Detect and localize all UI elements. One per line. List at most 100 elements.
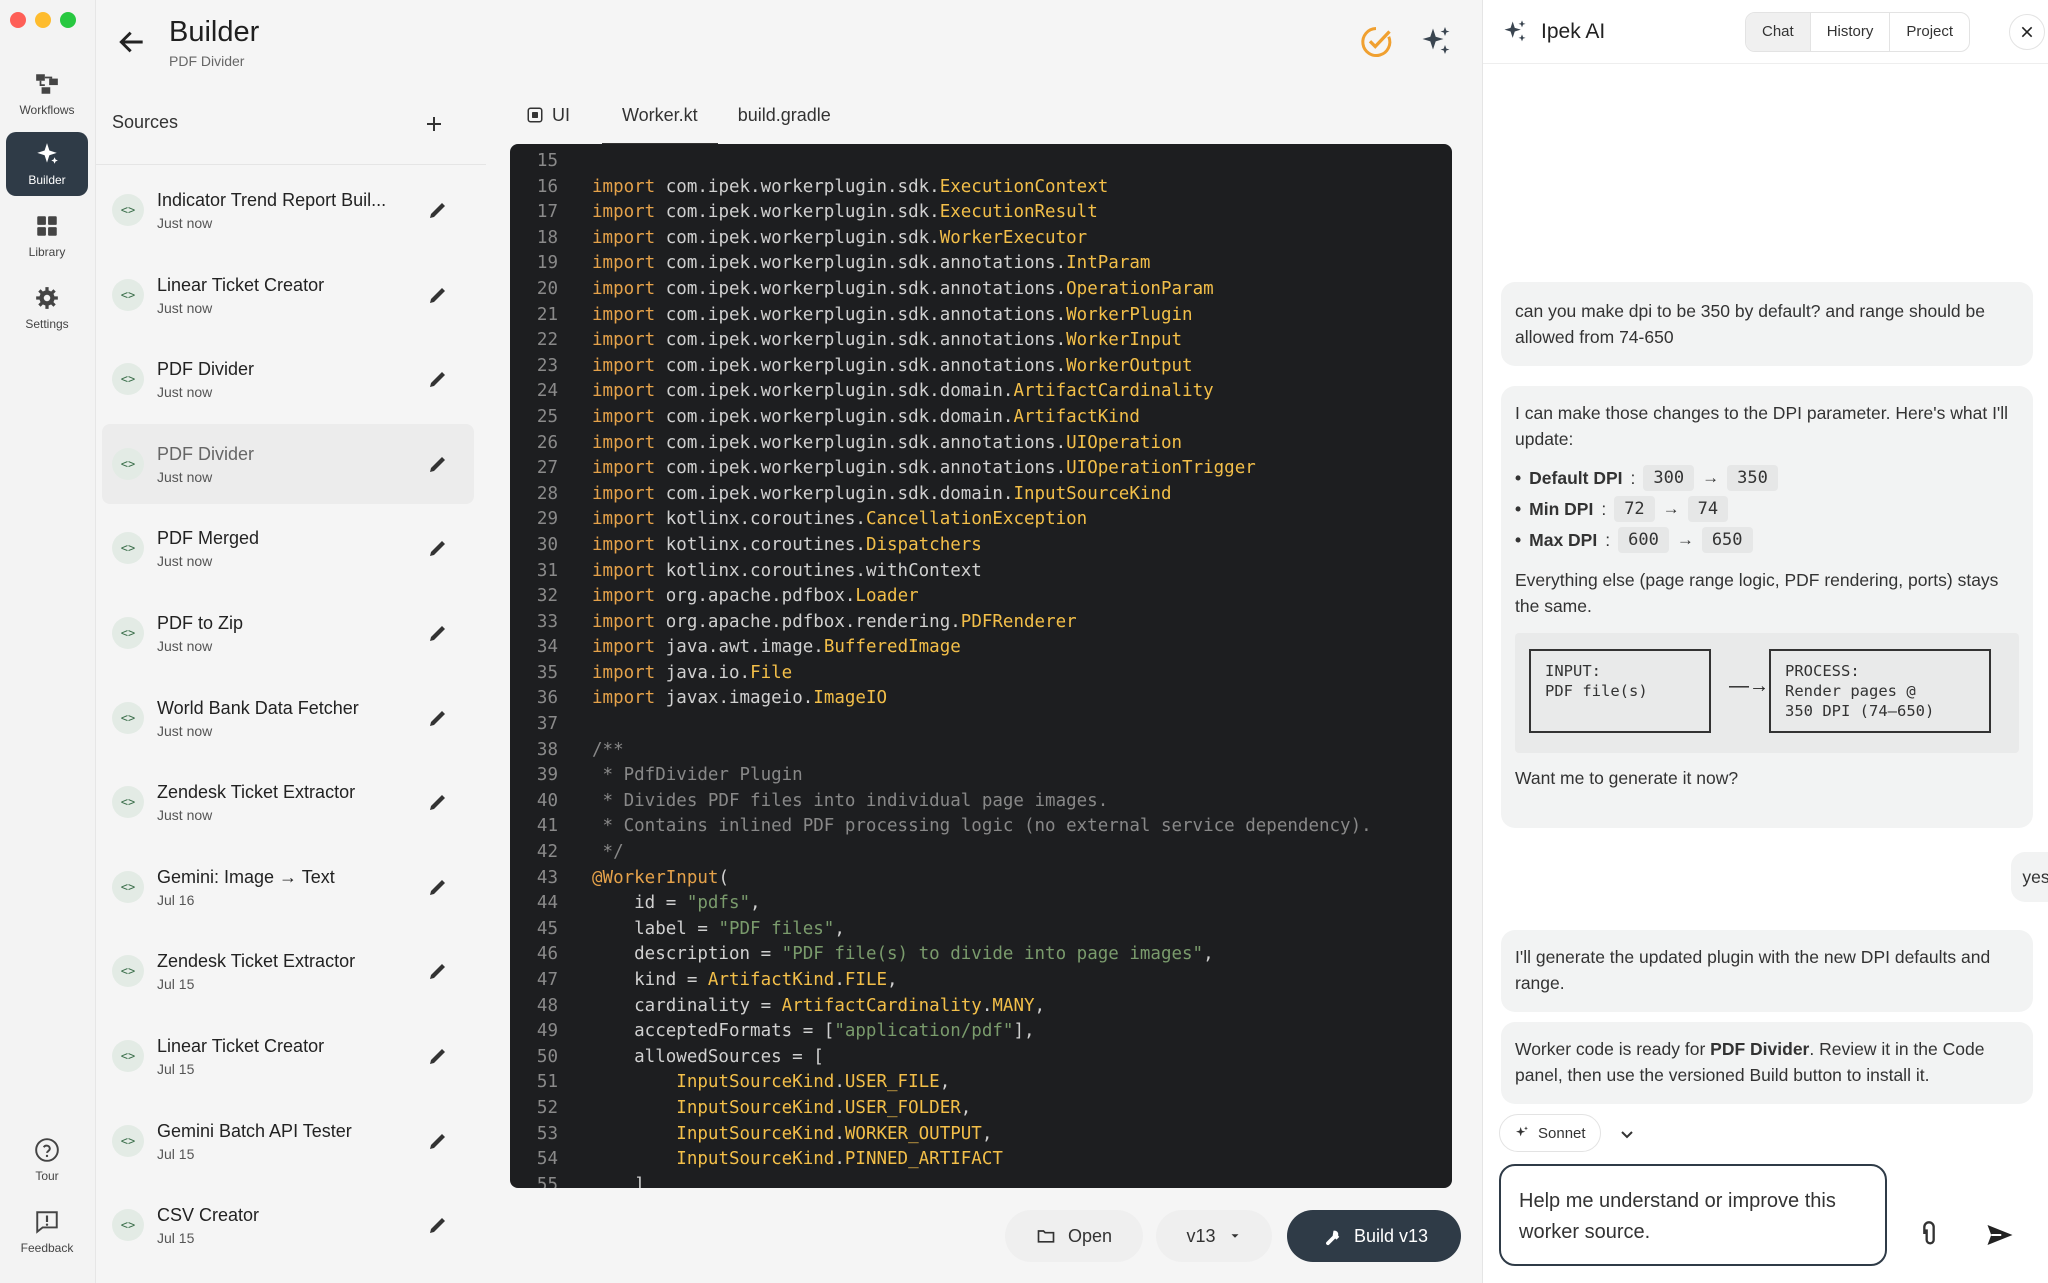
tab-build-gradle[interactable]: build.gradle bbox=[718, 100, 851, 146]
code-token: com.ipek.workerplugin.sdk.domain. bbox=[665, 406, 1014, 427]
source-list-item[interactable]: <> PDF to Zip Just now bbox=[102, 593, 474, 673]
code-text: InputSourceKind.WORKER_OUTPUT, bbox=[558, 1122, 992, 1148]
rail-item-tour[interactable]: Tour bbox=[6, 1128, 88, 1192]
build-label: Build v13 bbox=[1353, 1225, 1429, 1246]
source-list-item[interactable]: <> Gemini: Image → Text Jul 16 bbox=[102, 847, 474, 927]
source-list-item[interactable]: <> Linear Ticket Creator Jul 15 bbox=[102, 1016, 474, 1096]
code-editor[interactable]: 15 16 import com.ipek.workerplugin.sdk.Exe… bbox=[510, 144, 1452, 1188]
code-line: 30 import kotlinx.coroutines.Dispatchers bbox=[510, 533, 1452, 559]
pencil-icon[interactable] bbox=[426, 1044, 450, 1068]
code-icon: <> bbox=[112, 870, 144, 903]
code-token: ArtifactCardinality bbox=[1013, 381, 1214, 402]
pencil-icon[interactable] bbox=[426, 621, 450, 645]
code-token: import bbox=[592, 304, 656, 325]
tab-project[interactable]: Project bbox=[1890, 13, 1969, 51]
code-icon: <> bbox=[112, 363, 144, 396]
code-token: "pdfs" bbox=[686, 893, 751, 914]
code-line: 52 InputSourceKind.USER_FOLDER, bbox=[510, 1096, 1452, 1122]
source-list-item[interactable]: <> World Bank Data Fetcher Just now bbox=[102, 678, 474, 758]
code-token: USER_FOLDER bbox=[844, 1097, 961, 1118]
paperclip-icon[interactable] bbox=[1915, 1220, 1943, 1248]
code-text: import kotlinx.coroutines.Dispatchers bbox=[558, 533, 982, 559]
pencil-icon[interactable] bbox=[426, 1129, 450, 1153]
source-list-item[interactable]: <> PDF Divider Just now bbox=[102, 339, 474, 419]
code-token: kotlinx.coroutines. bbox=[665, 534, 866, 555]
pencil-icon[interactable] bbox=[426, 452, 450, 476]
chat-input[interactable]: Help me understand or improve this worke… bbox=[1499, 1164, 1887, 1266]
rail-label: Settings bbox=[25, 317, 69, 331]
tab-label: build.gradle bbox=[737, 105, 831, 125]
line-number: 31 bbox=[536, 560, 558, 581]
source-list-item[interactable]: <> CSV Creator Jul 15 bbox=[102, 1185, 474, 1265]
code-line: 28 import com.ipek.workerplugin.sdk.domai… bbox=[510, 482, 1452, 508]
minimize-window-button[interactable] bbox=[35, 12, 51, 28]
chevron-down-icon[interactable] bbox=[1615, 1122, 1639, 1146]
pencil-icon[interactable] bbox=[426, 790, 450, 814]
pencil-icon[interactable] bbox=[426, 198, 450, 222]
close-ai-panel-button[interactable] bbox=[2009, 14, 2045, 50]
sources-panel: Sources <> Indicator Trend Report Buil...… bbox=[96, 80, 486, 1283]
help-icon bbox=[35, 1138, 59, 1162]
tab-ui[interactable]: UI bbox=[506, 100, 590, 146]
source-list-item[interactable]: <> PDF Divider Just now bbox=[102, 423, 474, 504]
code-token: ] bbox=[592, 1174, 645, 1188]
code-text: import com.ipek.workerplugin.sdk.annotat… bbox=[558, 328, 1182, 354]
source-list-item[interactable]: <> Gemini Batch API Tester Jul 15 bbox=[102, 1101, 474, 1181]
source-date: Jul 16 bbox=[157, 891, 195, 908]
code-line: 34 import java.awt.image.BufferedImage bbox=[510, 635, 1452, 661]
code-text: @WorkerInput( bbox=[558, 866, 729, 892]
arrow-right-icon: → bbox=[1662, 499, 1680, 518]
source-list-item[interactable]: <> Linear Ticket Creator Just now bbox=[102, 255, 474, 335]
code-token: * Contains inlined PDF processing logic … bbox=[592, 816, 1372, 837]
open-button[interactable]: Open bbox=[1005, 1210, 1143, 1262]
code-line: 35 import java.io.File bbox=[510, 661, 1452, 687]
source-list-item[interactable]: <> PDF Merged Just now bbox=[102, 508, 474, 588]
code-line: 40 * Divides PDF files into individual p… bbox=[510, 789, 1452, 815]
rail-item-builder[interactable]: Builder bbox=[6, 132, 88, 196]
code-token: acceptedFormats = [ bbox=[592, 1021, 835, 1042]
code-line: 25 import com.ipek.workerplugin.sdk.domai… bbox=[510, 405, 1452, 431]
pencil-icon[interactable] bbox=[426, 706, 450, 730]
rail-item-library[interactable]: Library bbox=[6, 204, 88, 268]
version-select[interactable]: v13 bbox=[1156, 1210, 1272, 1262]
tab-chat[interactable]: Chat bbox=[1746, 13, 1811, 51]
pencil-icon[interactable] bbox=[426, 367, 450, 391]
code-token: com.ipek.workerplugin.sdk.annotations. bbox=[665, 330, 1067, 351]
line-number: 16 bbox=[536, 176, 558, 197]
source-list-item[interactable]: <> Zendesk Ticket Extractor Just now bbox=[102, 762, 474, 842]
tab-worker-kt[interactable]: Worker.kt bbox=[602, 100, 718, 146]
code-token: java.io. bbox=[665, 662, 751, 683]
pencil-icon[interactable] bbox=[426, 283, 450, 307]
maximize-window-button[interactable] bbox=[60, 12, 76, 28]
pencil-icon[interactable] bbox=[426, 875, 450, 899]
code-token: org.apache.pdfbox. bbox=[665, 586, 856, 607]
code-text: InputSourceKind.PINNED_ARTIFACT bbox=[558, 1147, 1003, 1173]
pencil-icon[interactable] bbox=[426, 536, 450, 560]
rail-item-workflows[interactable]: Workflows bbox=[6, 62, 88, 126]
model-selector[interactable]: Sonnet bbox=[1499, 1114, 1601, 1152]
code-text: import com.ipek.workerplugin.sdk.annotat… bbox=[558, 431, 1182, 457]
source-list-item[interactable]: <> Indicator Trend Report Buil... Just now bbox=[102, 170, 474, 250]
pencil-icon[interactable] bbox=[426, 959, 450, 983]
code-token: import bbox=[592, 611, 656, 632]
line-number: 21 bbox=[536, 304, 558, 325]
source-name: CSV Creator bbox=[157, 1205, 260, 1226]
source-name: Linear Ticket Creator bbox=[157, 274, 325, 295]
send-icon[interactable] bbox=[1985, 1220, 2015, 1250]
tab-history[interactable]: History bbox=[1811, 13, 1891, 51]
rail-label: Library bbox=[28, 245, 66, 259]
check-circle-icon[interactable] bbox=[1358, 24, 1394, 60]
close-window-button[interactable] bbox=[10, 12, 26, 28]
build-button[interactable]: Build v13 bbox=[1287, 1210, 1461, 1262]
add-source-plus-icon[interactable] bbox=[422, 112, 446, 136]
back-arrow-icon[interactable] bbox=[116, 26, 148, 58]
rail-item-feedback[interactable]: Feedback bbox=[6, 1200, 88, 1264]
page-subtitle: PDF Divider bbox=[169, 53, 245, 69]
divider bbox=[96, 164, 486, 165]
ai-sparkle-icon[interactable] bbox=[1418, 24, 1454, 60]
source-list-item[interactable]: <> Zendesk Ticket Extractor Jul 15 bbox=[102, 931, 474, 1011]
rail-item-settings[interactable]: Settings bbox=[6, 276, 88, 340]
line-number: 37 bbox=[536, 714, 558, 735]
code-line: 53 InputSourceKind.WORKER_OUTPUT, bbox=[510, 1122, 1452, 1148]
pencil-icon[interactable] bbox=[426, 1213, 450, 1237]
